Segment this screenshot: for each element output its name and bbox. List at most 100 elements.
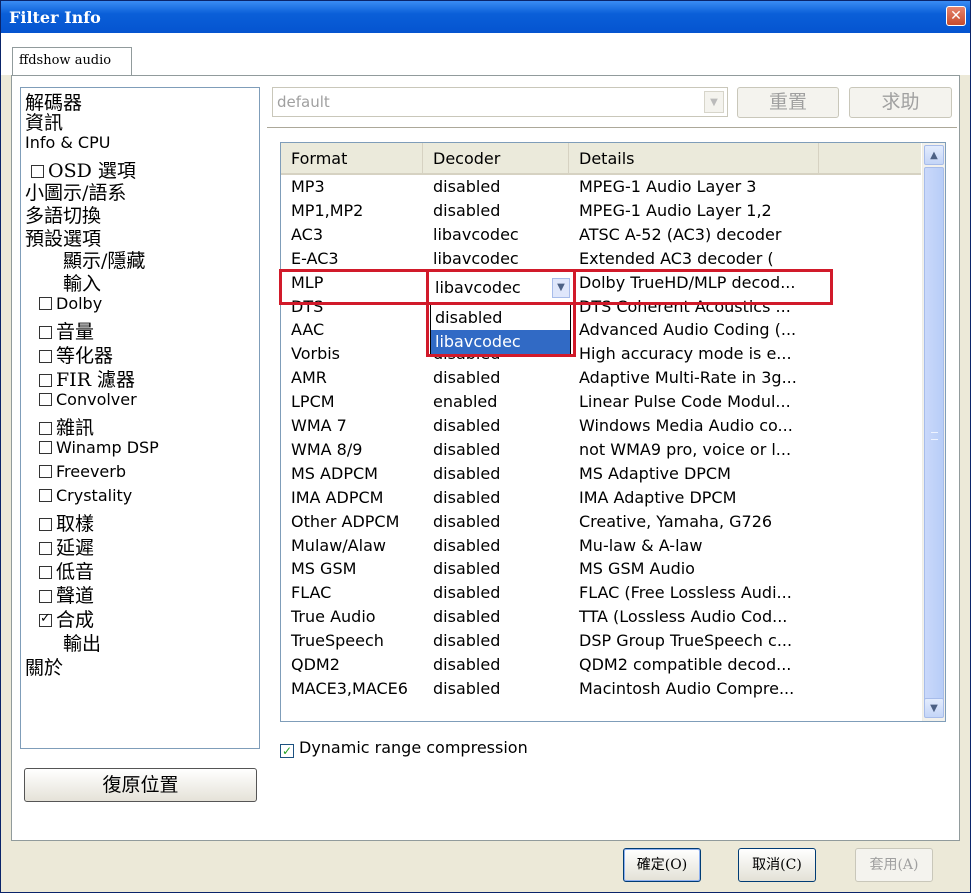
decoder-cell: disabled <box>433 535 501 555</box>
title-bar[interactable]: Filter Info ✕ <box>1 1 970 33</box>
cancel-button[interactable]: 取消(C) <box>738 848 816 882</box>
table-row[interactable]: WMA 7 disabled Windows Media Audio co... <box>281 414 921 438</box>
details-cell: MPEG-1 Audio Layer 3 <box>579 177 757 196</box>
table-row[interactable]: MS GSM disabled MS GSM Audio <box>281 557 921 581</box>
checked-checkbox-icon[interactable] <box>39 611 52 627</box>
scroll-thumb[interactable] <box>924 167 944 707</box>
chevron-down-icon[interactable]: ▼ <box>704 91 724 113</box>
checkbox-icon[interactable] <box>31 165 44 178</box>
checkbox-icon[interactable] <box>39 326 52 339</box>
table-row[interactable]: AAC Advanced Audio Coding (... <box>281 318 921 342</box>
details-cell: not WMA9 pro, voice or l... <box>579 439 792 459</box>
table-row[interactable]: LPCM enabled Linear Pulse Code Modul... <box>281 390 921 414</box>
table-row[interactable]: MACE3,MACE6 disabled Macintosh Audio Compr… <box>281 677 921 701</box>
checkbox-icon[interactable] <box>39 542 52 555</box>
nav-item[interactable]: 合成 <box>39 605 94 632</box>
scroll-up-icon[interactable]: ▲ <box>924 145 944 165</box>
nav-item[interactable]: Winamp DSP <box>39 438 159 457</box>
nav-item[interactable]: 音量 <box>39 317 94 344</box>
nav-item[interactable]: 取樣 <box>39 509 94 536</box>
details-cell: MS GSM Audio <box>579 559 695 579</box>
table-row[interactable]: E-AC3 libavcodec Extended AC3 decoder ( <box>281 247 921 271</box>
nav-item[interactable]: 資訊 <box>25 108 63 135</box>
reset-button[interactable]: 重置 <box>737 87 839 118</box>
checkbox-icon[interactable] <box>39 297 52 310</box>
details-cell: High accuracy mode is e... <box>579 344 792 364</box>
checkbox-icon[interactable] <box>39 590 52 603</box>
apply-button[interactable]: 套用(A) <box>855 848 933 882</box>
table-row[interactable]: QDM2 disabled QDM2 compatible decod... <box>281 653 921 677</box>
decoder-cell: disabled <box>433 487 501 507</box>
nav-item[interactable]: Freeverb <box>39 462 126 481</box>
table-row[interactable]: True Audio disabled TTA (Lossless Audio Co… <box>281 605 921 629</box>
nav-item[interactable]: 低音 <box>39 557 94 584</box>
details-cell: FLAC (Free Lossless Audi... <box>579 583 792 603</box>
nav-item[interactable]: Crystality <box>39 486 132 505</box>
nav-item-label: 聲道 <box>56 585 95 607</box>
checkbox-icon[interactable] <box>39 489 52 502</box>
checkbox-icon[interactable] <box>39 393 52 406</box>
settings-tree[interactable]: 解碼器 資訊 Info & CPU OSD 選項 小圖示/語系 多語切換 預設選項 顯示/隱藏… <box>20 87 260 749</box>
column-header-details[interactable]: Details <box>569 143 819 173</box>
details-cell: Windows Media Audio co... <box>579 416 793 435</box>
nav-item[interactable]: Dolby <box>39 294 102 313</box>
format-cell: MACE3,MACE6 <box>291 678 408 698</box>
tab-ffdshow-audio[interactable]: ffdshow audio <box>12 47 132 75</box>
details-cell: DSP Group TrueSpeech c... <box>579 631 793 651</box>
details-cell: QDM2 compatible decod... <box>579 655 792 674</box>
format-cell: True Audio <box>291 607 376 627</box>
column-header-decoder[interactable]: Decoder <box>423 143 569 173</box>
dynamic-range-compression[interactable]: ✓ Dynamic range compression <box>280 738 528 758</box>
details-cell: Linear Pulse Code Modul... <box>579 392 791 412</box>
format-cell: WMA 7 <box>291 416 347 435</box>
details-cell: Advanced Audio Coding (... <box>579 320 797 340</box>
checkbox-icon[interactable] <box>39 422 52 435</box>
format-cell: Other ADPCM <box>291 511 400 531</box>
preset-select[interactable]: default ▼ <box>272 87 728 117</box>
nav-item[interactable]: 輸入 <box>63 269 101 296</box>
table-row[interactable]: FLAC disabled FLAC (Free Lossless Audi... <box>281 581 921 605</box>
table-row[interactable]: VorbisdisabledHigh accuracy mode is e... <box>281 342 921 366</box>
checkbox-icon[interactable] <box>39 350 52 363</box>
decoder-cell: disabled <box>433 463 501 483</box>
nav-item[interactable]: 聲道 <box>39 581 94 608</box>
nav-item[interactable]: 雜訊 <box>39 413 94 440</box>
table-row[interactable]: Other ADPCM disabled Creative, Yamaha, G72… <box>281 510 921 534</box>
nav-item[interactable]: FIR 濾器 <box>39 365 135 392</box>
nav-item[interactable]: 等化器 <box>39 341 113 368</box>
column-header-format[interactable]: Format <box>281 143 423 173</box>
nav-item[interactable]: Info & CPU <box>25 133 110 152</box>
format-cell: MP3 <box>291 177 325 196</box>
table-row[interactable]: IMA ADPCM disabled IMA Adaptive DPCM <box>281 486 921 510</box>
table-row[interactable]: TrueSpeech disabled DSP Group TrueSpeech c… <box>281 629 921 653</box>
checkbox-icon[interactable] <box>39 441 52 454</box>
nav-item[interactable]: 延遲 <box>39 533 94 560</box>
vertical-scrollbar[interactable]: ▲ ▼ <box>922 143 945 721</box>
ok-button[interactable]: 確定(O) <box>623 848 701 882</box>
format-cell: FLAC <box>291 583 332 603</box>
details-cell: Creative, Yamaha, G726 <box>579 511 773 531</box>
nav-item-label: 低音 <box>56 561 95 583</box>
help-button[interactable]: 求助 <box>849 87 952 118</box>
checkbox-icon[interactable] <box>39 465 52 478</box>
close-button[interactable]: ✕ <box>946 6 966 26</box>
restore-position-button[interactable]: 復原位置 <box>24 768 257 802</box>
nav-item[interactable]: 關於 <box>25 653 63 680</box>
checkbox-icon[interactable] <box>39 518 52 531</box>
nav-item[interactable]: 輸出 <box>63 629 101 656</box>
table-row[interactable]: MP1,MP2 disabled MPEG-1 Audio Layer 1,2 <box>281 199 921 223</box>
nav-item[interactable]: Convolver <box>39 390 137 409</box>
drc-checkbox[interactable]: ✓ <box>280 744 294 758</box>
highlight-decoder-dropdown <box>426 269 576 357</box>
table-row[interactable]: WMA 8/9 disabled not WMA9 pro, voice or l.… <box>281 438 921 462</box>
table-row[interactable]: MP3 disabled MPEG-1 Audio Layer 3 <box>281 175 921 199</box>
table-row[interactable]: Mulaw/Alaw disabled Mu-law & A-law <box>281 534 921 558</box>
decoder-cell: libavcodec <box>433 224 519 244</box>
table-row[interactable]: AC3 libavcodec ATSC A-52 (AC3) decoder <box>281 223 921 247</box>
checkbox-icon[interactable] <box>39 566 52 579</box>
decoder-cell: disabled <box>433 655 501 674</box>
scroll-down-icon[interactable]: ▼ <box>924 698 944 718</box>
table-row[interactable]: AMR disabled Adaptive Multi-Rate in 3g... <box>281 366 921 390</box>
checkbox-icon[interactable] <box>39 374 52 387</box>
table-row[interactable]: MS ADPCM disabled MS Adaptive DPCM <box>281 462 921 486</box>
